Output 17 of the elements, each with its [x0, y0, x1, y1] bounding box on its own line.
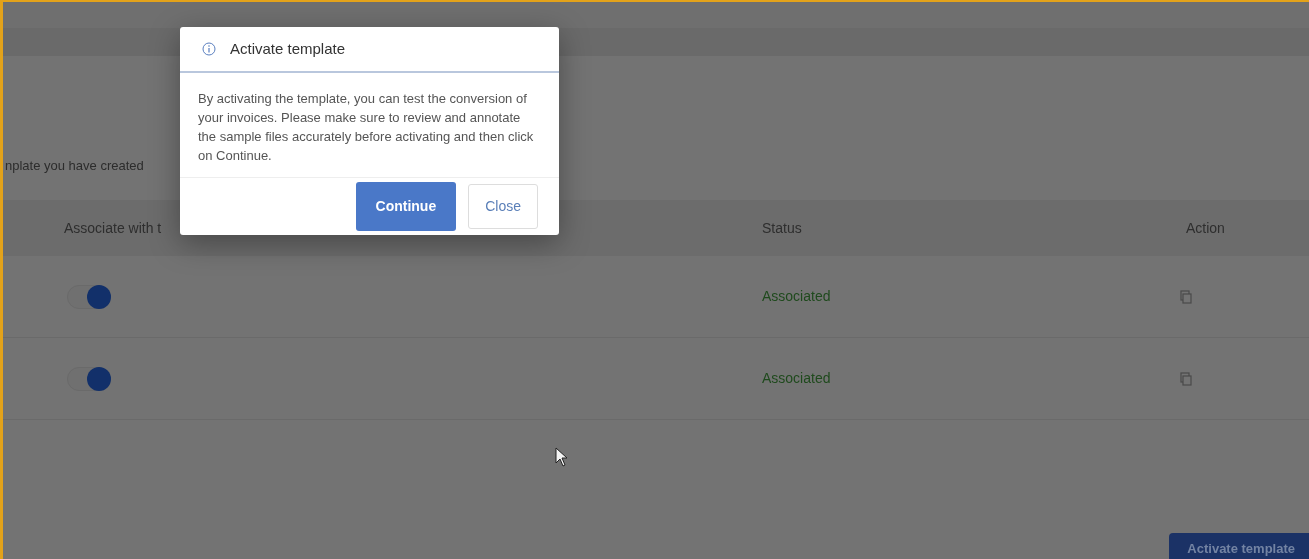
dialog-title: Activate template [230, 38, 346, 59]
column-header: Status [762, 219, 802, 236]
status-text: Associated [762, 287, 832, 306]
column-header: Associate with t [64, 219, 162, 236]
copy-icon[interactable] [1180, 371, 1192, 386]
copy-icon[interactable] [1180, 289, 1192, 304]
continue-button[interactable]: Continue [355, 182, 457, 231]
activate-template-button[interactable]: Activate template [1169, 533, 1309, 559]
info-icon [202, 42, 216, 56]
toggle-switch[interactable] [67, 366, 111, 391]
cursor-icon [555, 447, 569, 467]
close-button[interactable]: Close [468, 184, 538, 229]
status-text: Associated [762, 369, 832, 388]
toggle-switch[interactable] [67, 284, 111, 309]
column-header: Action [1186, 218, 1225, 238]
dialog-message: By activating the template, you can test the conversion of your invoices. Please make sure to review and annotate the sample files accurately before activating and then click on Continue. [197, 90, 535, 165]
description-text: nplate you have created [4, 157, 144, 175]
